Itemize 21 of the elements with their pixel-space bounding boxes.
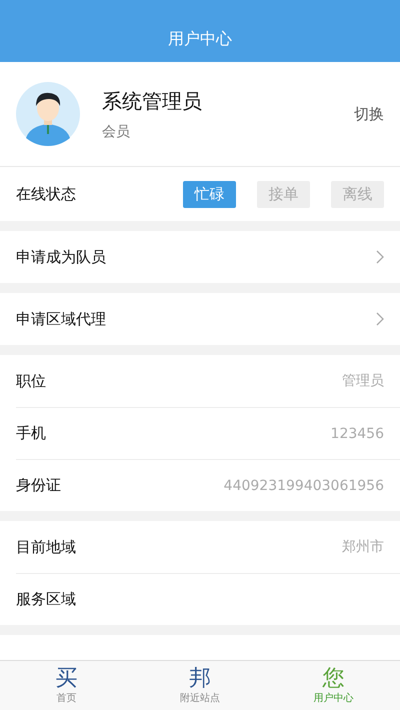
row-value: 郑州市 bbox=[342, 538, 384, 556]
user-name: 系统管理员 bbox=[102, 88, 203, 114]
row-label: 目前地域 bbox=[16, 538, 76, 556]
row-label: 职位 bbox=[16, 372, 46, 390]
row-label: 身份证 bbox=[16, 476, 61, 495]
chevron-icon bbox=[376, 250, 384, 264]
row-label: 服务区域 bbox=[16, 590, 76, 609]
row-label: 手机 bbox=[16, 424, 46, 443]
tab-item[interactable]: 买 首页 bbox=[0, 661, 134, 710]
row-value: 123456 bbox=[330, 426, 384, 442]
row-label: 在线状态 bbox=[16, 184, 76, 204]
switch-link[interactable]: 切换 bbox=[354, 104, 384, 124]
row-value: 440923199403061956 bbox=[224, 478, 384, 494]
user-role: 会员 bbox=[102, 122, 131, 140]
row-label[interactable]: 申请区域代理 bbox=[16, 310, 106, 328]
row-value: 管理员 bbox=[342, 372, 384, 390]
avatar bbox=[16, 82, 80, 146]
page-title: 用户中心 bbox=[168, 29, 232, 50]
row-label[interactable]: 申请成为队员 bbox=[16, 248, 106, 266]
chevron-icon bbox=[376, 312, 384, 326]
tab-item[interactable]: 邦 附近站点 bbox=[133, 661, 267, 710]
